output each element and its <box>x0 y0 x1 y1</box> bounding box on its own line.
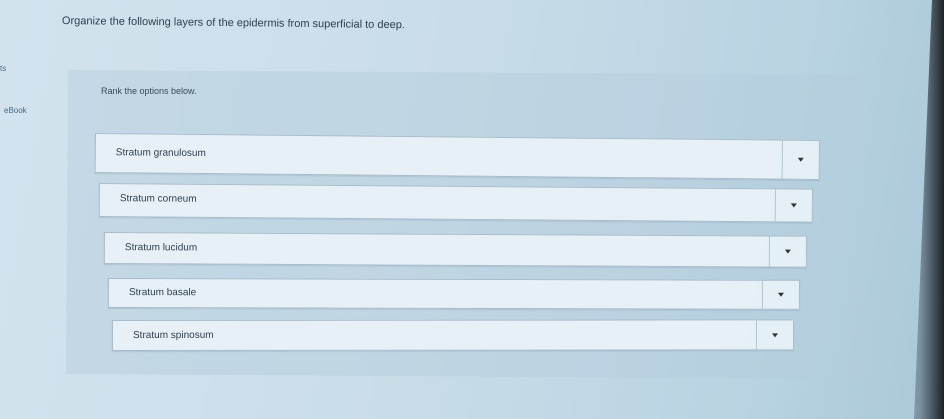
rank-item-label: Stratum spinosum <box>133 329 214 341</box>
rank-dropdown-button[interactable] <box>756 320 794 350</box>
ranking-list: Stratum granulosum Stratum corneum Strat… <box>0 0 944 419</box>
rank-item-label: Stratum basale <box>128 287 197 299</box>
rank-dropdown-button[interactable] <box>774 189 812 222</box>
rank-dropdown-button[interactable] <box>761 280 799 309</box>
caret-down-icon <box>772 332 779 337</box>
rank-dropdown-button[interactable] <box>768 236 806 267</box>
rank-item-stratum-lucidum[interactable]: Stratum lucidum <box>103 232 807 268</box>
rank-item-label: Stratum granulosum <box>115 147 206 160</box>
caret-down-icon <box>784 249 791 254</box>
rank-item-label: Stratum corneum <box>119 193 197 205</box>
rank-dropdown-button[interactable] <box>781 140 819 179</box>
caret-down-icon <box>790 203 797 208</box>
rank-item-stratum-granulosum[interactable]: Stratum granulosum <box>94 133 820 180</box>
rank-item-stratum-spinosum[interactable]: Stratum spinosum <box>112 319 795 351</box>
rank-item-stratum-basale[interactable]: Stratum basale <box>107 278 800 310</box>
rank-item-label: Stratum lucidum <box>124 242 198 254</box>
rank-item-stratum-corneum[interactable]: Stratum corneum <box>98 183 813 223</box>
caret-down-icon <box>797 157 804 162</box>
caret-down-icon <box>777 292 784 297</box>
